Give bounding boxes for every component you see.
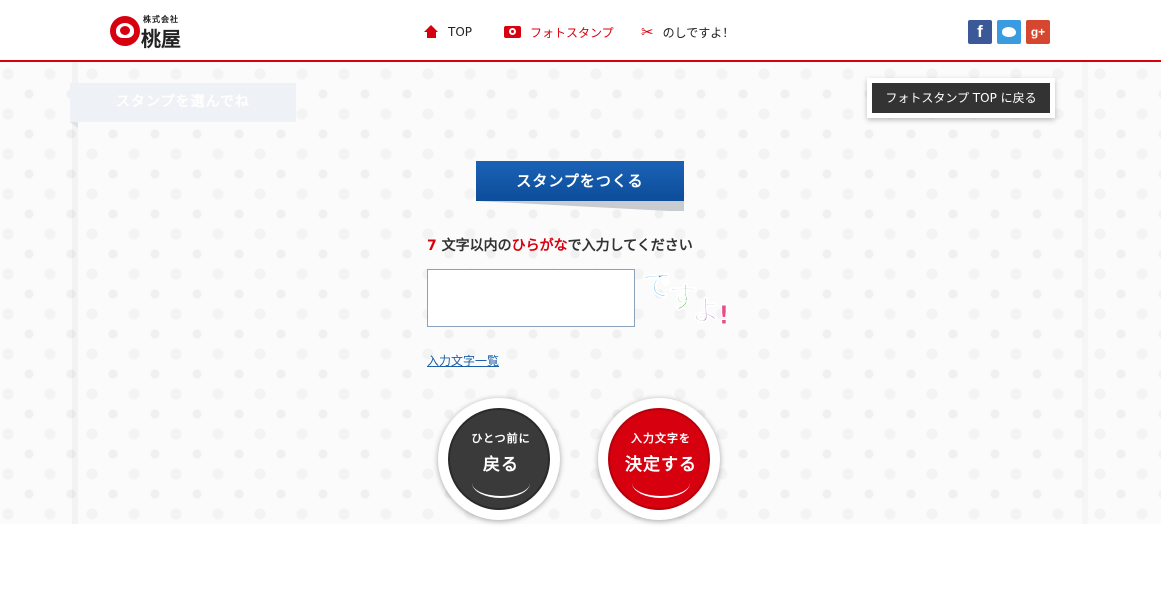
momoya-logo[interactable]: 株式会社 桃屋 xyxy=(110,14,190,51)
site-header: 株式会社 桃屋 TOP フォトスタンプ ✂ のしですよ！ f g+ xyxy=(0,0,1161,62)
back-button-face: ひとつ前に 戻る xyxy=(448,408,550,510)
ribbon-fold-end xyxy=(669,201,684,211)
sidebar-shadow xyxy=(72,62,78,524)
confirm-button-face: 入力文字を 決定する xyxy=(608,408,710,510)
input-instruction: 7 文字以内のひらがなで入力してください xyxy=(427,235,757,255)
svg-text:よ: よ xyxy=(692,294,720,327)
back-to-top-frame: フォトスタンプ TOP に戻る xyxy=(867,78,1055,118)
desuyo-mascot-image: で す よ ! xyxy=(642,269,731,331)
page-title-ribbon: スタンプをつくる xyxy=(476,161,684,201)
nav-photo-stamp[interactable]: フォトスタンプ xyxy=(504,22,614,42)
confirm-button-subtext: 入力文字を xyxy=(631,432,691,445)
ribbon-bow-icon: ✂ xyxy=(641,23,654,41)
facebook-share-icon[interactable]: f xyxy=(968,20,992,44)
character-list-link[interactable]: 入力文字一覧 xyxy=(427,352,499,369)
home-icon xyxy=(424,25,439,39)
right-edge-shadow xyxy=(1082,62,1088,524)
back-button[interactable]: ひとつ前に 戻る xyxy=(438,398,560,520)
confirm-button-arc xyxy=(632,468,690,498)
ribbon-fold xyxy=(476,201,669,211)
logo-company-name: 桃屋 xyxy=(141,27,181,51)
instruction-text-1: 文字以内の xyxy=(436,238,512,254)
stamp-text-input[interactable] xyxy=(427,269,635,327)
twitter-share-icon[interactable] xyxy=(997,20,1021,44)
sidebar-tab-choose-stamp[interactable]: スタンプを選んでね xyxy=(70,83,296,128)
svg-text:!: ! xyxy=(718,301,730,330)
nav-top-label: TOP xyxy=(448,25,473,39)
nav-top[interactable]: TOP xyxy=(424,22,472,42)
back-button-arc xyxy=(472,468,530,498)
instruction-hiragana: ひらがな xyxy=(511,238,568,254)
nav-noshi-label: のしですよ！ xyxy=(662,25,735,40)
nav-photo-stamp-label: フォトスタンプ xyxy=(530,25,614,40)
nav-noshi[interactable]: ✂ のしですよ！ xyxy=(641,22,734,42)
instruction-char-count: 7 xyxy=(427,238,437,254)
momoya-logo-mark xyxy=(110,16,140,46)
camera-icon xyxy=(504,26,521,38)
back-button-subtext: ひとつ前に xyxy=(471,432,531,445)
confirm-button[interactable]: 入力文字を 決定する xyxy=(598,398,720,520)
instruction-text-2: で入力してください xyxy=(567,238,693,254)
google-plus-share-icon[interactable]: g+ xyxy=(1026,20,1050,44)
back-to-photo-stamp-top-button[interactable]: フォトスタンプ TOP に戻る xyxy=(872,83,1050,113)
